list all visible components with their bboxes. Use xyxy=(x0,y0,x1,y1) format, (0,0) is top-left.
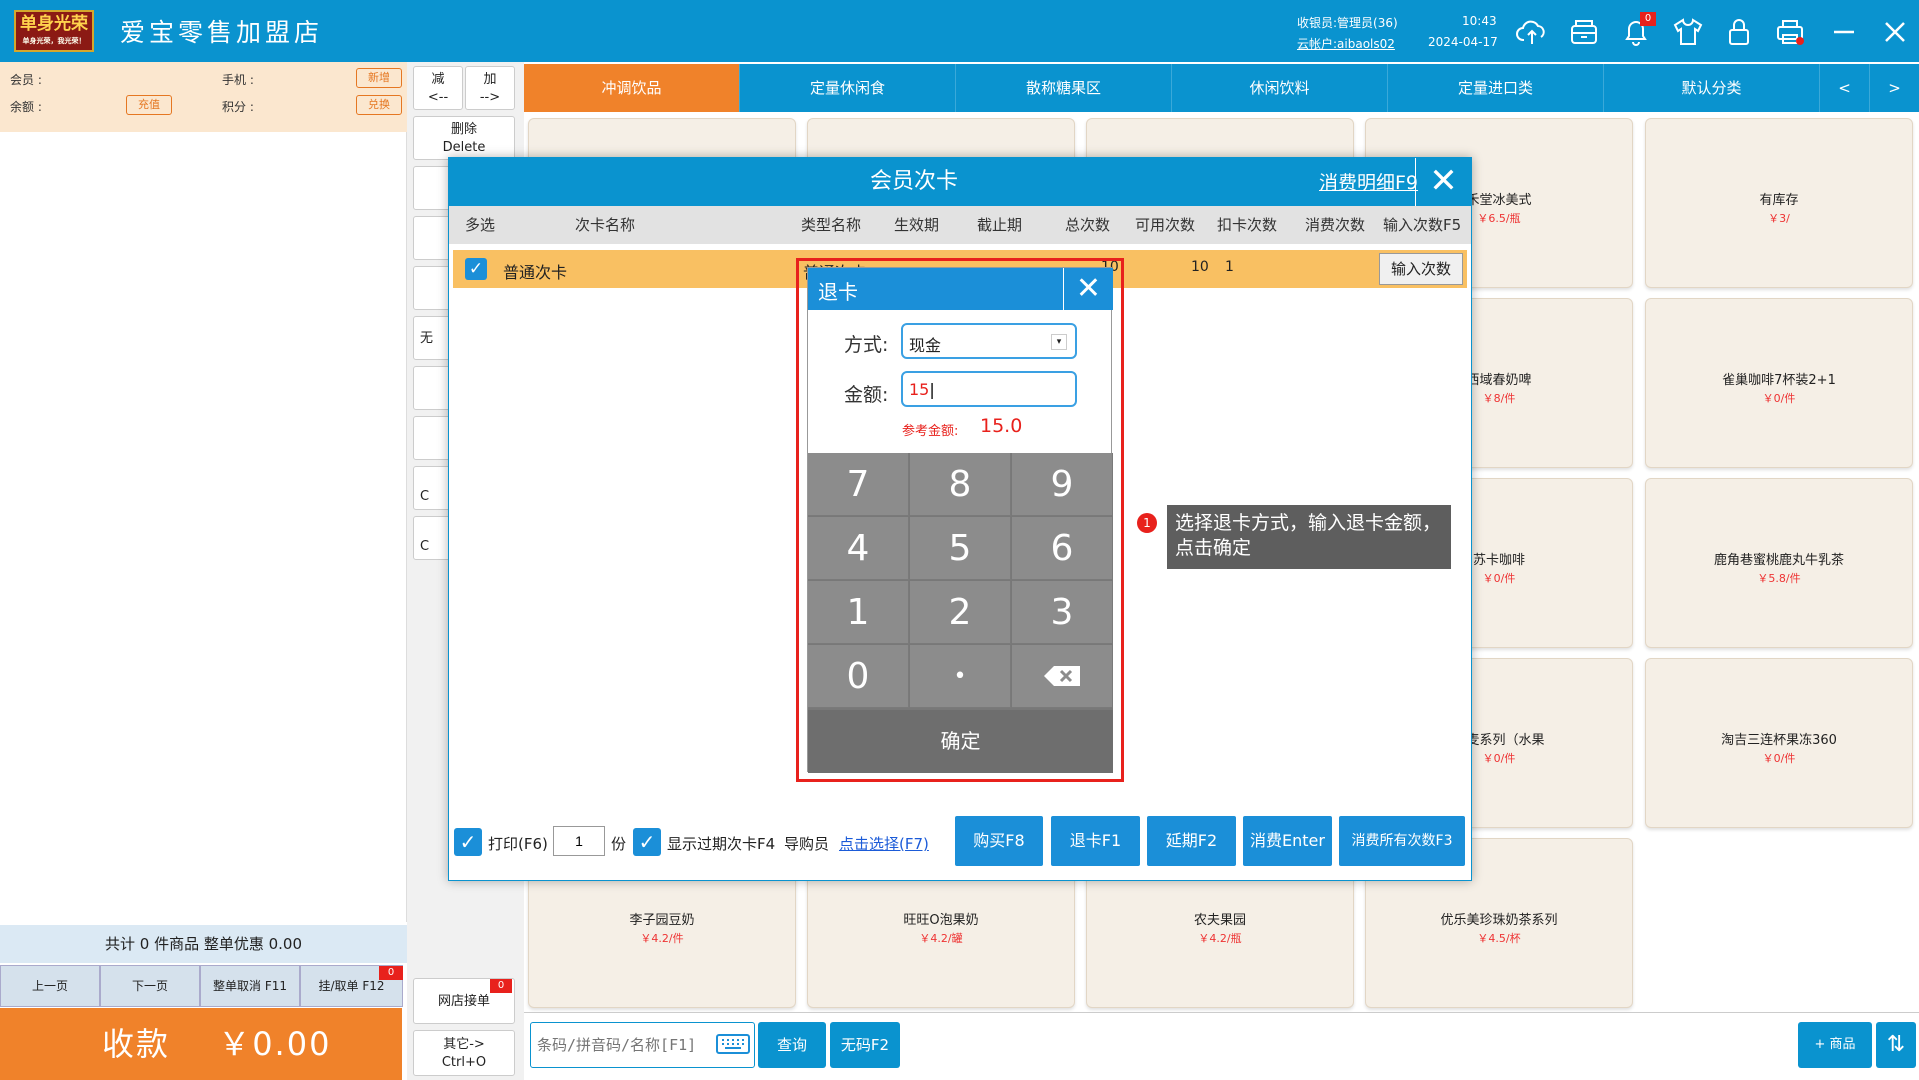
pay-amount: ￥0.00 xyxy=(218,1025,332,1063)
member-panel: 会员 : 手机 : 新增 余额 : 充值 积分 : 兑换 xyxy=(0,62,407,132)
exchange-button[interactable]: 兑换 xyxy=(356,95,402,115)
no-code-button[interactable]: 无码F2 xyxy=(830,1022,900,1068)
query-button[interactable]: 查询 xyxy=(758,1022,826,1068)
goods-card[interactable]: 鹿角巷蜜桃鹿丸牛乳茶 ￥5.8/件 xyxy=(1645,478,1913,648)
consumption-detail-link[interactable]: 消费明细F9 xyxy=(1319,168,1418,195)
hold-count-badge: 0 xyxy=(379,966,403,980)
sort-icon[interactable]: ⇅ xyxy=(1876,1022,1916,1068)
shirt-icon[interactable] xyxy=(1670,14,1706,50)
card-available: 10 xyxy=(1191,259,1209,275)
minimize-icon[interactable] xyxy=(1826,14,1862,50)
extend-button[interactable]: 延期F2 xyxy=(1147,816,1236,866)
plus-button[interactable]: 加 --> xyxy=(465,66,515,110)
copies-unit: 份 xyxy=(611,835,627,853)
guide-select-link[interactable]: 点击选择(F7) xyxy=(839,833,929,854)
show-expired-label: 显示过期次卡F4 xyxy=(667,835,776,853)
cloud-upload-icon[interactable] xyxy=(1514,14,1550,50)
dialog-header: 会员次卡 消费明细F9 ✕ xyxy=(449,158,1471,206)
dialog-title: 会员次卡 xyxy=(869,169,958,194)
tab-category-4[interactable]: 休闲饮料 xyxy=(1172,64,1388,112)
pay-button[interactable]: 收款 ￥0.00 xyxy=(0,1008,402,1080)
buy-button[interactable]: 购买F8 xyxy=(955,816,1043,866)
category-prev-button[interactable]: < xyxy=(1820,64,1870,112)
tab-category-1[interactable]: 冲调饮品 xyxy=(524,64,740,112)
instruction-tooltip: 选择退卡方式，输入退卡金额，点击确定 xyxy=(1167,505,1451,569)
category-next-button[interactable]: > xyxy=(1870,64,1919,112)
notify-badge: 0 xyxy=(1640,12,1656,26)
pay-label: 收款 xyxy=(102,1025,171,1063)
bell-icon[interactable]: 0 xyxy=(1618,12,1656,50)
printer-icon[interactable] xyxy=(1772,14,1808,50)
highlight-box xyxy=(796,258,1124,782)
time-label: 10:43 xyxy=(1462,14,1497,28)
goods-card[interactable]: 雀巢咖啡7杯装2+1 ￥0/件 xyxy=(1645,298,1913,468)
prev-page-button[interactable]: 上一页 xyxy=(0,965,100,1007)
keyboard-icon[interactable] xyxy=(716,1032,750,1056)
points-label: 积分 : xyxy=(222,100,254,114)
goods-card[interactable]: 淘吉三连杯果冻360 ￥0/件 xyxy=(1645,658,1913,828)
column-header: 可用次数 xyxy=(1135,216,1196,234)
recharge-button[interactable]: 充值 xyxy=(126,95,172,115)
print-checkbox[interactable]: ✓ xyxy=(454,828,482,856)
column-header: 多选 xyxy=(465,216,496,234)
next-page-button[interactable]: 下一页 xyxy=(100,965,200,1007)
new-member-button[interactable]: 新增 xyxy=(356,68,402,88)
print-label: 打印(F6) xyxy=(488,835,548,853)
other-button[interactable]: 其它-> Ctrl+O xyxy=(413,1030,515,1076)
store-name: 爱宝零售加盟店 xyxy=(120,18,324,47)
balance-label: 余额 : xyxy=(10,100,42,114)
phone-label: 手机 : xyxy=(222,73,254,87)
date-label: 2024-04-17 xyxy=(1428,35,1498,49)
dialog-close-icon[interactable]: ✕ xyxy=(1415,158,1471,206)
table-header: 多选 次卡名称 类型名称 生效期 截止期 总次数 可用次数 扣卡次数 消费次数 … xyxy=(449,206,1471,244)
row-checkbox[interactable]: ✓ xyxy=(465,258,487,280)
card-name: 普通次卡 xyxy=(503,263,568,282)
card-deduct: 1 xyxy=(1225,259,1234,275)
add-goods-button[interactable]: + 商品 xyxy=(1798,1022,1872,1068)
tab-category-3[interactable]: 散称糖果区 xyxy=(956,64,1172,112)
guide-label: 导购员 xyxy=(784,835,830,853)
column-header: 消费次数 xyxy=(1305,216,1366,234)
cart-list[interactable] xyxy=(0,132,407,922)
cart-summary: 共计 0 件商品 整单优惠 0.00 xyxy=(0,925,407,963)
lock-icon[interactable] xyxy=(1721,14,1757,50)
consume-all-button[interactable]: 消费所有次数F3 xyxy=(1339,816,1465,866)
column-header: 截止期 xyxy=(977,216,1023,234)
cancel-order-button[interactable]: 整单取消 F11 xyxy=(200,965,300,1007)
copies-input[interactable] xyxy=(553,826,605,856)
show-expired-checkbox[interactable]: ✓ xyxy=(633,828,661,856)
tab-category-5[interactable]: 定量进口类 xyxy=(1388,64,1604,112)
column-header: 扣卡次数 xyxy=(1217,216,1278,234)
tab-category-2[interactable]: 定量休闲食 xyxy=(740,64,956,112)
column-header: 类型名称 xyxy=(801,216,862,234)
column-header: 输入次数F5 xyxy=(1383,216,1462,234)
column-header: 总次数 xyxy=(1065,216,1111,234)
top-bar: 单身光荣 单身光荣，我光荣！ 爱宝零售加盟店 收银员:管理员(36) 云帐户:a… xyxy=(0,0,1919,62)
cloud-account-link[interactable]: 云帐户:aibaols02 xyxy=(1297,35,1395,52)
consume-button[interactable]: 消费Enter xyxy=(1243,816,1332,866)
input-times-button[interactable]: 输入次数 xyxy=(1379,253,1463,285)
member-label: 会员 : xyxy=(10,73,42,87)
tab-category-6[interactable]: 默认分类 xyxy=(1604,64,1820,112)
column-header: 次卡名称 xyxy=(575,216,636,234)
cashier-label: 收银员:管理员(36) xyxy=(1297,16,1398,30)
close-icon[interactable] xyxy=(1877,14,1913,50)
step-number-badge: 1 xyxy=(1137,513,1157,533)
online-order-badge: 0 xyxy=(490,979,512,993)
cash-drawer-icon[interactable] xyxy=(1566,14,1602,50)
category-tabs: 冲调饮品 定量休闲食 散称糖果区 休闲饮料 定量进口类 默认分类 < > xyxy=(524,64,1919,112)
refund-card-button[interactable]: 退卡F1 xyxy=(1051,816,1140,866)
logo: 单身光荣 单身光荣，我光荣！ xyxy=(14,10,94,52)
column-header: 生效期 xyxy=(894,216,940,234)
goods-card[interactable]: 有库存 ￥3/ xyxy=(1645,118,1913,288)
minus-button[interactable]: 减 <-- xyxy=(413,66,463,110)
delete-button[interactable]: 删除 Delete xyxy=(413,116,515,160)
